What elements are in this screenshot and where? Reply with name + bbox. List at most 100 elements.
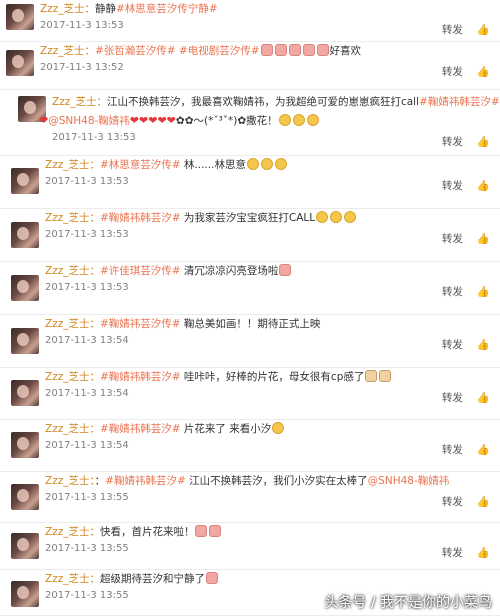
like-icon[interactable]: 👍 — [477, 136, 490, 148]
comment-item: Zzz_芝士：：#鞠婧祎韩芸汐# 江山不换韩芸汐，我们小汐实在太棒了@SNH48… — [0, 472, 500, 523]
hashtag-link[interactable]: #许佳琪芸汐传# — [100, 265, 181, 277]
avatar[interactable] — [11, 275, 39, 301]
comment-item: Zzz_芝士：#林思意芸汐传# 林......林思意 2017-11-3 13:5… — [0, 156, 500, 209]
mention-link[interactable]: @SNH48-鞠婧祎 — [368, 475, 450, 487]
repost-button[interactable]: 转发 — [442, 547, 463, 559]
comment-body: Zzz_芝士：#鞠婧祎韩芸汐# 为我家芸汐宝宝疯狂打CALL — [45, 211, 357, 225]
username-link[interactable]: Zzz_芝士： — [45, 212, 100, 224]
username-link[interactable]: Zzz_芝士： — [45, 423, 100, 435]
hashtag-link[interactable]: #鞠婧祎韩芸汐# — [105, 475, 186, 487]
username-link[interactable]: Zzz_芝士： — [45, 526, 100, 538]
like-icon[interactable]: 👍 — [477, 496, 490, 508]
username-link[interactable]: Zzz_芝士： — [40, 45, 95, 57]
repost-button[interactable]: 转发 — [442, 392, 463, 404]
avatar[interactable] — [11, 168, 39, 194]
repost-button[interactable]: 转发 — [442, 136, 463, 148]
repost-button[interactable]: 转发 — [442, 339, 463, 351]
emoji-icon — [288, 44, 301, 56]
emoji-icon — [344, 211, 357, 223]
like-icon[interactable]: 👍 — [477, 24, 490, 36]
avatar[interactable] — [11, 380, 39, 406]
comment-text: 鞠总美如画！！期待正式上映 — [180, 318, 321, 330]
username-link[interactable]: Zzz_芝士： — [45, 475, 95, 487]
timestamp: 2017-11-3 13:53 — [40, 20, 124, 31]
comment-item: Zzz_芝士：#鞠婧祎韩芸汐# 为我家芸汐宝宝疯狂打CALL 2017-11-3 … — [0, 209, 500, 262]
emoji-icon — [302, 44, 315, 56]
comment-body: Zzz_芝士：超级期待芸汐和宁静了 — [45, 572, 219, 586]
like-icon[interactable]: 👍 — [477, 233, 490, 245]
emoji-icon — [195, 525, 208, 537]
emoji-icon — [306, 114, 319, 126]
comment-body: Zzz_芝士：江山不换韩芸汐，我最喜欢鞠婧祎，为我超绝可爱的崽崽疯狂打call#… — [52, 95, 500, 109]
hashtag-link[interactable]: #林思意芸汐传# — [100, 159, 181, 171]
hashtag-link[interactable]: #张哲瀚芸汐传# #电视剧芸汐传# — [95, 45, 260, 57]
comment-text: 林......林思意 — [180, 159, 246, 171]
comment-item: Zzz_芝士：#许佳琪芸汐传# 清冗凉凉闪亮登场啦 2017-11-3 13:53… — [0, 262, 500, 315]
avatar[interactable] — [11, 581, 39, 607]
username-link[interactable]: Zzz_芝士： — [40, 3, 95, 15]
repost-button[interactable]: 转发 — [442, 286, 463, 298]
comment-actions: 转发 👍 — [442, 442, 490, 457]
like-icon[interactable]: 👍 — [477, 286, 490, 298]
emoji-icon — [279, 264, 292, 276]
like-icon[interactable]: 👍 — [477, 392, 490, 404]
hashtag-link[interactable]: #鞠婧祎芸汐传# — [100, 318, 181, 330]
comment-item: Zzz_芝士：#鞠婧祎韩芸汐# 片花来了 来看小汐 2017-11-3 13:54… — [0, 420, 500, 472]
hashtag-link[interactable]: #鞠婧祎韩芸汐# — [100, 423, 181, 435]
repost-button[interactable]: 转发 — [442, 496, 463, 508]
username-link[interactable]: Zzz_芝士： — [45, 265, 100, 277]
comment-body: Zzz_芝士：静静#林思意芸汐传宁静# — [40, 2, 218, 16]
like-icon[interactable]: 👍 — [477, 547, 490, 559]
timestamp: 2017-11-3 13:53 — [45, 229, 129, 240]
avatar[interactable] — [11, 533, 39, 559]
timestamp: 2017-11-3 13:53 — [45, 176, 129, 187]
avatar[interactable] — [6, 50, 34, 76]
username-link[interactable]: Zzz_芝士： — [45, 573, 100, 585]
like-icon[interactable]: 👍 — [477, 444, 490, 456]
avatar[interactable] — [11, 484, 39, 510]
emoji-icon — [330, 211, 343, 223]
emoji-icon — [278, 114, 291, 126]
repost-button[interactable]: 转发 — [442, 180, 463, 192]
avatar[interactable] — [6, 4, 34, 30]
comment-actions: 转发 👍 — [442, 390, 490, 405]
mention-link[interactable]: @SNH48-鞠婧祎 — [48, 115, 130, 127]
timestamp: 2017-11-3 13:54 — [45, 388, 129, 399]
watermark: 头条号 / 我不是你的小菜鸟 — [324, 595, 492, 611]
repost-button[interactable]: 转发 — [442, 24, 463, 36]
timestamp: 2017-11-3 13:53 — [52, 132, 136, 143]
hashtag-link[interactable]: #鞠婧祎韩芸汐# — [419, 96, 500, 108]
comment-item: Zzz_芝士：快看，首片花来啦！ 2017-11-3 13:55 转发 👍 — [0, 523, 500, 570]
comment-actions: 转发 👍 — [442, 284, 490, 299]
emoji-icon — [246, 158, 259, 170]
heart-emoji: ❤ — [39, 114, 49, 127]
comment-actions: 转发 👍 — [442, 22, 490, 37]
timestamp: 2017-11-3 13:53 — [45, 282, 129, 293]
comment-body-line2: ❤@SNH48-鞠婧祎❤❤❤❤❤✿✿～(*ˇ³ˇ*)✿撒花！ — [39, 114, 320, 128]
username-link[interactable]: Zzz_芝士： — [52, 96, 107, 108]
username-link[interactable]: Zzz_芝士： — [45, 318, 100, 330]
repost-button[interactable]: 转发 — [442, 233, 463, 245]
avatar[interactable] — [11, 328, 39, 354]
comment-text: 片花来了 来看小汐 — [180, 423, 272, 435]
username-link[interactable]: Zzz_芝士： — [45, 159, 100, 171]
timestamp: 2017-11-3 13:55 — [45, 492, 129, 503]
like-icon[interactable]: 👍 — [477, 180, 490, 192]
emoji-icon — [316, 211, 329, 223]
avatar[interactable] — [11, 222, 39, 248]
username-link[interactable]: Zzz_芝士： — [45, 371, 100, 383]
timestamp: 2017-11-3 13:52 — [40, 62, 124, 73]
like-icon[interactable]: 👍 — [477, 66, 490, 78]
hashtag-link[interactable]: #林思意芸汐传宁静# — [116, 3, 218, 15]
timestamp: 2017-11-3 13:54 — [45, 335, 129, 346]
repost-button[interactable]: 转发 — [442, 66, 463, 78]
comment-actions: 转发 👍 — [442, 134, 490, 149]
like-icon[interactable]: 👍 — [477, 339, 490, 351]
hashtag-link[interactable]: #鞠婧祎韩芸汐# — [100, 212, 181, 224]
comment-body: Zzz_芝士：：#鞠婧祎韩芸汐# 江山不换韩芸汐，我们小汐实在太棒了@SNH48… — [45, 474, 449, 488]
repost-button[interactable]: 转发 — [442, 444, 463, 456]
comment-actions: 转发 👍 — [442, 494, 490, 509]
avatar[interactable] — [11, 432, 39, 458]
comment-body: Zzz_芝士：#鞠婧祎韩芸汐# 哇咔咔，好棒的片花，母女很有cp感了 — [45, 370, 392, 384]
hashtag-link[interactable]: #鞠婧祎韩芸汐# — [100, 371, 181, 383]
